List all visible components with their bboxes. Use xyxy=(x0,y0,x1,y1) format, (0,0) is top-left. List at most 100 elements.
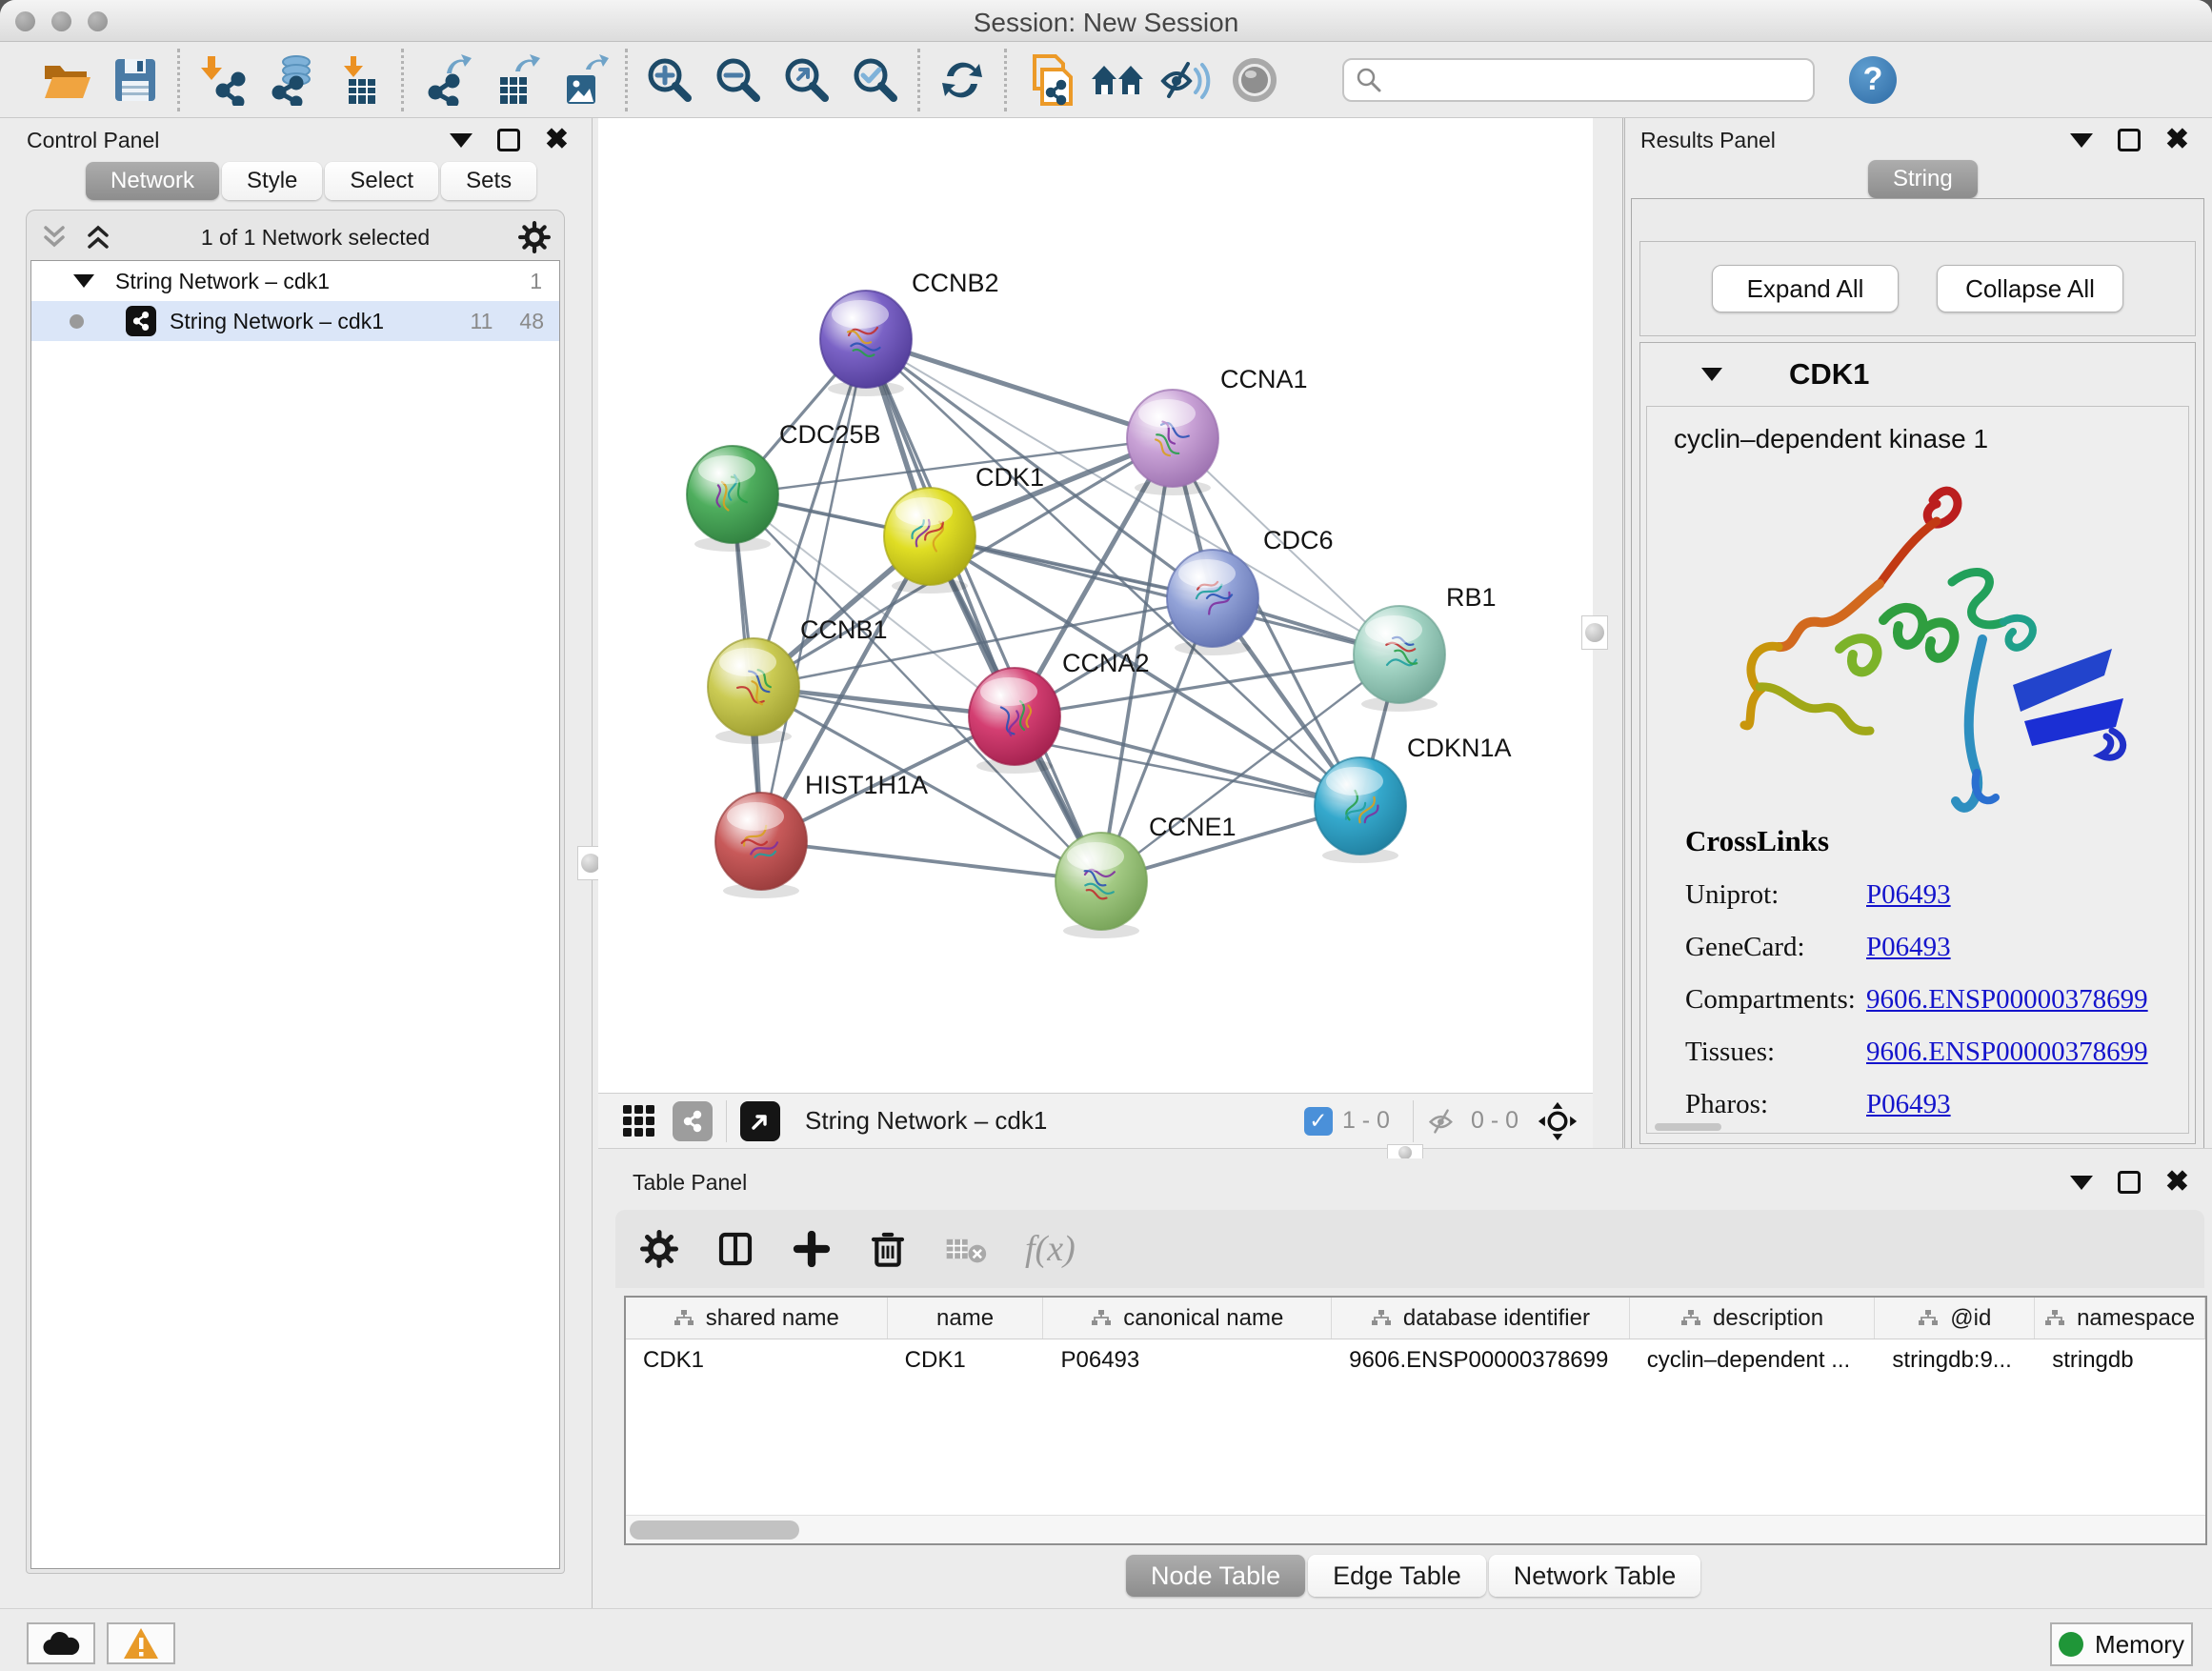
panel-float-icon[interactable] xyxy=(497,129,520,151)
import-table-file-button[interactable] xyxy=(325,49,393,111)
table-options-gear-icon[interactable] xyxy=(640,1230,678,1268)
network-node-RB1[interactable] xyxy=(1354,606,1445,712)
results-hscroll-thumb[interactable] xyxy=(1655,1123,1721,1131)
table-cell[interactable]: 9606.ENSP00000378699 xyxy=(1332,1339,1630,1381)
table-cell[interactable]: stringdb xyxy=(2035,1339,2205,1381)
expand-all-icon[interactable] xyxy=(84,223,112,252)
table-cell[interactable]: P06493 xyxy=(1043,1339,1332,1381)
network-thumbnail-icon[interactable] xyxy=(673,1101,713,1141)
crosslink-link[interactable]: P06493 xyxy=(1866,1089,1951,1120)
column-header--id[interactable]: @id xyxy=(1875,1298,2035,1339)
column-header-namespace[interactable]: namespace xyxy=(2035,1298,2205,1339)
table-cell[interactable]: cyclin–dependent ... xyxy=(1630,1339,1876,1381)
zoom-out-button[interactable] xyxy=(704,49,773,111)
memory-button[interactable]: Memory xyxy=(2050,1622,2193,1666)
column-header-name[interactable]: name xyxy=(888,1298,1044,1339)
network-edge[interactable] xyxy=(761,841,1101,881)
grey-sphere-button[interactable] xyxy=(1220,49,1289,111)
import-network-database-button[interactable] xyxy=(256,49,325,111)
save-session-button[interactable] xyxy=(101,49,170,111)
export-table-button[interactable] xyxy=(480,49,549,111)
network-node-CDKN1A[interactable] xyxy=(1315,757,1406,863)
panel-close-icon[interactable]: ✖ xyxy=(545,126,569,154)
import-network-file-button[interactable] xyxy=(188,49,256,111)
grid-view-icon[interactable] xyxy=(621,1103,657,1139)
network-edge[interactable] xyxy=(866,339,1101,881)
delete-table-icon[interactable] xyxy=(945,1232,987,1266)
tab-network[interactable]: Network xyxy=(86,162,219,200)
crosslink-link[interactable]: P06493 xyxy=(1866,879,1951,911)
network-node-HIST1H1A[interactable] xyxy=(715,793,807,898)
birdseye-icon[interactable] xyxy=(1538,1101,1578,1141)
hidden-eye-icon[interactable] xyxy=(1427,1107,1461,1136)
detach-view-icon[interactable] xyxy=(740,1101,780,1141)
column-header-database-identifier[interactable]: database identifier xyxy=(1332,1298,1630,1339)
network-collection-row[interactable]: String Network – cdk1 1 xyxy=(31,261,559,301)
network-edge[interactable] xyxy=(866,339,1173,438)
crosslink-link[interactable]: P06493 xyxy=(1866,932,1951,963)
column-header-shared-name[interactable]: shared name xyxy=(626,1298,888,1339)
panel-float-icon[interactable] xyxy=(2118,129,2141,151)
network-row[interactable]: String Network – cdk1 11 48 xyxy=(31,301,559,341)
protein-name: CDK1 xyxy=(1789,357,1869,392)
crosslink-link[interactable]: 9606.ENSP00000378699 xyxy=(1866,1037,2148,1068)
tab-select[interactable]: Select xyxy=(325,162,438,200)
zoom-in-button[interactable] xyxy=(635,49,704,111)
warnings-button[interactable] xyxy=(107,1622,175,1664)
table-cell[interactable]: stringdb:9... xyxy=(1875,1339,2035,1381)
tab-network-table[interactable]: Network Table xyxy=(1489,1555,1701,1597)
crosslink-link[interactable]: 9606.ENSP00000378699 xyxy=(1866,984,2148,1016)
network-canvas[interactable]: CCNB2CCNA1CDC25BCDK1CDC6RB1CCNB1CCNA2CDK… xyxy=(598,118,1593,1093)
export-image-button[interactable] xyxy=(549,49,617,111)
delete-column-icon[interactable] xyxy=(869,1230,907,1268)
panel-close-icon[interactable]: ✖ xyxy=(2165,126,2189,154)
gear-icon[interactable] xyxy=(518,221,551,253)
collection-expand-icon[interactable] xyxy=(73,274,94,288)
panel-menu-icon[interactable] xyxy=(450,133,473,148)
zoom-fit-button[interactable] xyxy=(773,49,841,111)
panel-menu-icon[interactable] xyxy=(2070,1176,2093,1190)
network-node-CCNA1[interactable] xyxy=(1127,390,1218,495)
collapse-all-button[interactable]: Collapse All xyxy=(1937,265,2123,312)
right-splitter-handle[interactable] xyxy=(1581,615,1608,650)
table-cell[interactable]: CDK1 xyxy=(626,1339,888,1381)
function-builder-icon[interactable]: f(x) xyxy=(1025,1228,1076,1270)
network-node-CDC6[interactable] xyxy=(1167,550,1258,655)
network-node-CDC25B[interactable] xyxy=(687,446,778,552)
network-edge[interactable] xyxy=(761,339,866,841)
export-network-button[interactable] xyxy=(412,49,480,111)
selected-checkbox-icon[interactable]: ✓ xyxy=(1304,1107,1333,1136)
show-columns-icon[interactable] xyxy=(716,1230,754,1268)
network-node-CCNE1[interactable] xyxy=(1056,833,1147,938)
network-node-CCNB2[interactable] xyxy=(820,291,912,396)
table-hscrollbar[interactable] xyxy=(626,1515,2205,1543)
search-input[interactable] xyxy=(1382,66,1813,94)
panel-menu-icon[interactable] xyxy=(2070,133,2093,148)
column-header-description[interactable]: description xyxy=(1630,1298,1876,1339)
panel-float-icon[interactable] xyxy=(2118,1171,2141,1194)
column-header-canonical-name[interactable]: canonical name xyxy=(1043,1298,1332,1339)
protein-section-header[interactable]: CDK1 xyxy=(1640,343,2195,406)
collapse-all-icon[interactable] xyxy=(40,223,69,252)
help-button[interactable]: ? xyxy=(1849,56,1897,104)
first-neighbors-button[interactable] xyxy=(1083,49,1152,111)
open-session-button[interactable] xyxy=(32,49,101,111)
add-column-icon[interactable] xyxy=(793,1230,831,1268)
search-field[interactable] xyxy=(1342,58,1815,102)
section-expand-icon[interactable] xyxy=(1701,368,1722,381)
table-hscroll-thumb[interactable] xyxy=(630,1520,799,1540)
panel-close-icon[interactable]: ✖ xyxy=(2165,1168,2189,1197)
expand-all-button[interactable]: Expand All xyxy=(1712,265,1899,312)
tab-string[interactable]: String xyxy=(1868,160,1978,198)
table-row[interactable]: CDK1CDK1P064939606.ENSP00000378699cyclin… xyxy=(626,1339,2205,1381)
cloud-button[interactable] xyxy=(27,1622,95,1664)
tab-sets[interactable]: Sets xyxy=(441,162,536,200)
table-cell[interactable]: CDK1 xyxy=(888,1339,1044,1381)
zoom-selected-button[interactable] xyxy=(841,49,910,111)
tab-edge-table[interactable]: Edge Table xyxy=(1308,1555,1486,1597)
tab-style[interactable]: Style xyxy=(222,162,322,200)
clone-network-button[interactable] xyxy=(1015,49,1083,111)
tab-node-table[interactable]: Node Table xyxy=(1126,1555,1305,1597)
show-hide-button[interactable] xyxy=(1152,49,1220,111)
apply-style-refresh-button[interactable] xyxy=(928,49,996,111)
